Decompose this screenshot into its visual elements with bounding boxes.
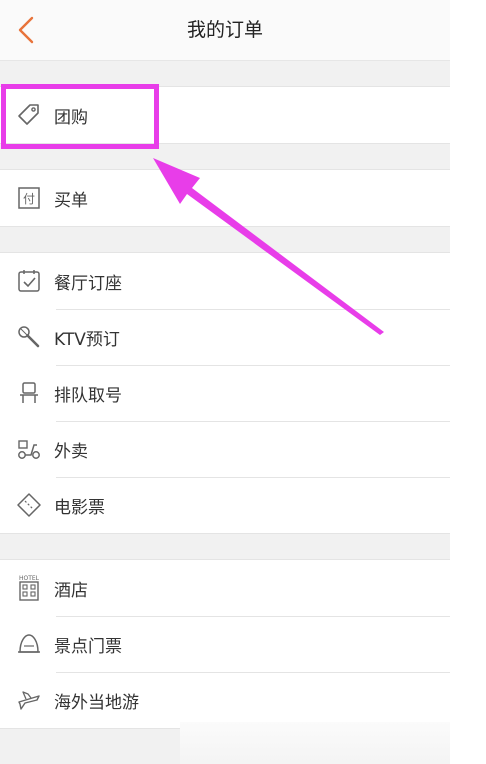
annotation-arrow bbox=[153, 158, 384, 335]
